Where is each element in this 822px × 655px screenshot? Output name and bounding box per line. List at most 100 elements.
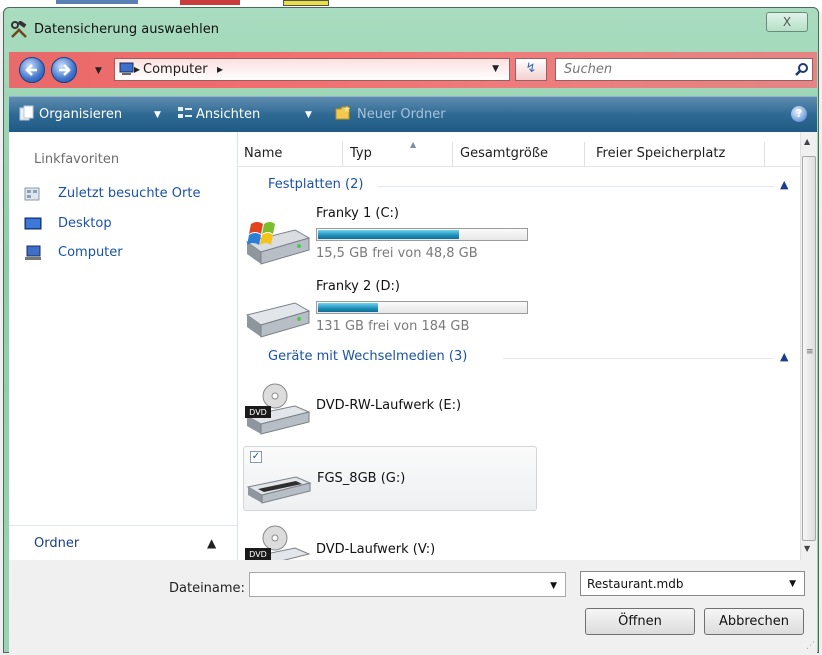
nav-item-label: Zuletzt besuchte Orte [58, 186, 201, 201]
sort-arrow-icon: ▲ [410, 140, 417, 149]
scroll-down-icon[interactable]: ▼ [804, 544, 810, 553]
drive-name: DVD-RW-Laufwerk (E:) [316, 398, 462, 413]
column-header-row: Name Typ ▲ Gesamtgröße Freier Speicherpl… [238, 140, 800, 167]
column-header-free-space[interactable]: Freier Speicherplatz [596, 146, 725, 161]
breadcrumb-chevron-icon[interactable]: ▸ [217, 62, 223, 76]
views-dropdown-icon[interactable]: ▼ [305, 110, 312, 120]
recent-pages-dropdown[interactable]: ▼ [95, 66, 102, 76]
navigation-pane: Linkfavoriten Zuletzt besuchte Orte Desk… [9, 132, 238, 561]
group-header-hard-disks[interactable]: Festplatten (2) [268, 177, 363, 192]
tools-icon [11, 21, 27, 38]
back-button[interactable] [19, 57, 45, 83]
nav-item-label: Desktop [58, 216, 112, 231]
capacity-fill [318, 303, 379, 312]
column-header-total-size[interactable]: Gesamtgröße [460, 146, 548, 161]
usb-drive-icon [246, 476, 312, 504]
views-button[interactable]: Ansichten [196, 107, 260, 122]
free-space-text: 15,5 GB frei von 48,8 GB [316, 246, 478, 261]
resize-grip-icon[interactable]: ⋰ [806, 641, 815, 651]
column-divider[interactable] [764, 142, 765, 166]
drive-item-d[interactable]: Franky 2 (D:) 131 GB frei von 184 GB [243, 277, 535, 347]
drive-name: Franky 1 (C:) [316, 206, 399, 221]
windows-drive-icon [245, 222, 311, 265]
item-checkbox[interactable]: ✓ [250, 451, 262, 463]
chevron-up-icon[interactable]: ▲ [780, 178, 788, 191]
drive-item-c[interactable]: Franky 1 (C:) 15,5 GB frei von 48,8 GB [243, 204, 535, 274]
capacity-fill [318, 230, 460, 239]
capacity-bar [316, 301, 528, 314]
column-divider[interactable] [452, 142, 453, 166]
favorites-heading: Linkfavoriten [34, 152, 120, 167]
desktop-icon [24, 217, 42, 230]
chevron-down-icon[interactable]: ▼ [789, 579, 796, 589]
drive-name: FGS_8GB (G:) [317, 471, 406, 486]
background-fragment [283, 0, 329, 6]
drive-item-g-selected[interactable]: ✓ FGS_8GB (G:) [243, 446, 537, 511]
dialog-footer: Dateiname: ▼ Restaurant.mdb ▼ Öffnen Abb… [9, 560, 817, 653]
background-fragment [180, 0, 240, 5]
breadcrumb-computer[interactable]: Computer [143, 62, 208, 77]
background-fragment [56, 0, 138, 4]
breadcrumb-separator-icon: ▸ [134, 62, 141, 76]
filetype-value: Restaurant.mdb [587, 577, 684, 591]
folders-label: Ordner [34, 536, 80, 551]
group-header-removable[interactable]: Geräte mit Wechselmedien (3) [268, 349, 467, 364]
new-folder-button[interactable]: Neuer Ordner [357, 107, 446, 122]
close-button[interactable]: X [766, 12, 808, 32]
forward-arrow-icon [59, 64, 71, 76]
dvd-drive-icon: DVD [245, 525, 311, 560]
back-arrow-icon [25, 64, 37, 76]
chevron-up-icon[interactable]: ▲ [207, 536, 216, 550]
address-bar[interactable]: ▸ Computer ▸ ▼ [114, 58, 510, 81]
computer-icon [119, 62, 134, 75]
cancel-button[interactable]: Abbrechen [704, 608, 804, 635]
column-divider[interactable] [584, 142, 585, 166]
filetype-select[interactable]: Restaurant.mdb ▼ [580, 571, 805, 596]
scroll-thumb[interactable]: ≡ [802, 156, 816, 541]
organize-icon [19, 105, 34, 121]
search-icon[interactable] [794, 62, 809, 77]
new-folder-icon [335, 106, 350, 120]
search-box[interactable]: Suchen [555, 58, 813, 81]
filename-label: Dateiname: [169, 581, 245, 596]
recent-places-icon [24, 187, 40, 201]
dvd-drive-icon: DVD [245, 383, 311, 435]
hard-drive-icon [245, 302, 311, 338]
organize-button[interactable]: Organisieren [39, 107, 122, 122]
capacity-bar [316, 228, 528, 241]
scroll-up-icon[interactable]: ▲ [804, 137, 810, 146]
folders-toggle[interactable]: Ordner ▲ [9, 525, 237, 561]
organize-dropdown-icon[interactable]: ▼ [154, 110, 161, 120]
chevron-down-icon[interactable]: ▼ [550, 581, 557, 591]
address-row: ▼ ▸ Computer ▸ ▼ ↯ Suchen [9, 52, 817, 88]
forward-button[interactable] [51, 57, 77, 83]
file-list: Name Typ ▲ Gesamtgröße Freier Speicherpl… [238, 132, 800, 560]
address-dropdown[interactable]: ▼ [492, 64, 499, 74]
search-placeholder: Suchen [564, 62, 613, 77]
computer-icon [25, 245, 41, 260]
drive-item-e[interactable]: DVD DVD-RW-Laufwerk (E:) [243, 372, 535, 442]
free-space-text: 131 GB frei von 184 GB [316, 319, 470, 334]
open-button[interactable]: Öffnen [585, 608, 695, 635]
scroll-grip-icon: ≡ [806, 347, 814, 357]
group-divider [378, 186, 774, 187]
content-area: Linkfavoriten Zuletzt besuchte Orte Desk… [9, 132, 817, 561]
views-icon [178, 107, 192, 118]
command-toolbar: Organisieren ▼ Ansichten ▼ Neuer Ordner … [9, 96, 817, 132]
filename-input[interactable]: ▼ [249, 572, 566, 597]
nav-item-label: Computer [58, 245, 123, 260]
column-header-type[interactable]: Typ [350, 146, 372, 161]
drive-name: Franky 2 (D:) [316, 279, 400, 294]
column-divider[interactable] [342, 142, 343, 166]
window-title: Datensicherung auswaehlen [34, 22, 219, 37]
vertical-scrollbar[interactable]: ▲ ≡ ▼ [800, 132, 817, 560]
group-divider [503, 358, 774, 359]
help-icon[interactable]: ? [791, 106, 807, 122]
svg-text:DVD: DVD [249, 408, 267, 417]
svg-text:DVD: DVD [249, 550, 267, 559]
drive-item-v[interactable]: DVD DVD-Laufwerk (V:) [243, 514, 535, 560]
column-header-name[interactable]: Name [244, 146, 282, 161]
drive-name: DVD-Laufwerk (V:) [316, 542, 436, 557]
refresh-button[interactable]: ↯ [515, 58, 547, 81]
chevron-up-icon[interactable]: ▲ [780, 350, 788, 363]
